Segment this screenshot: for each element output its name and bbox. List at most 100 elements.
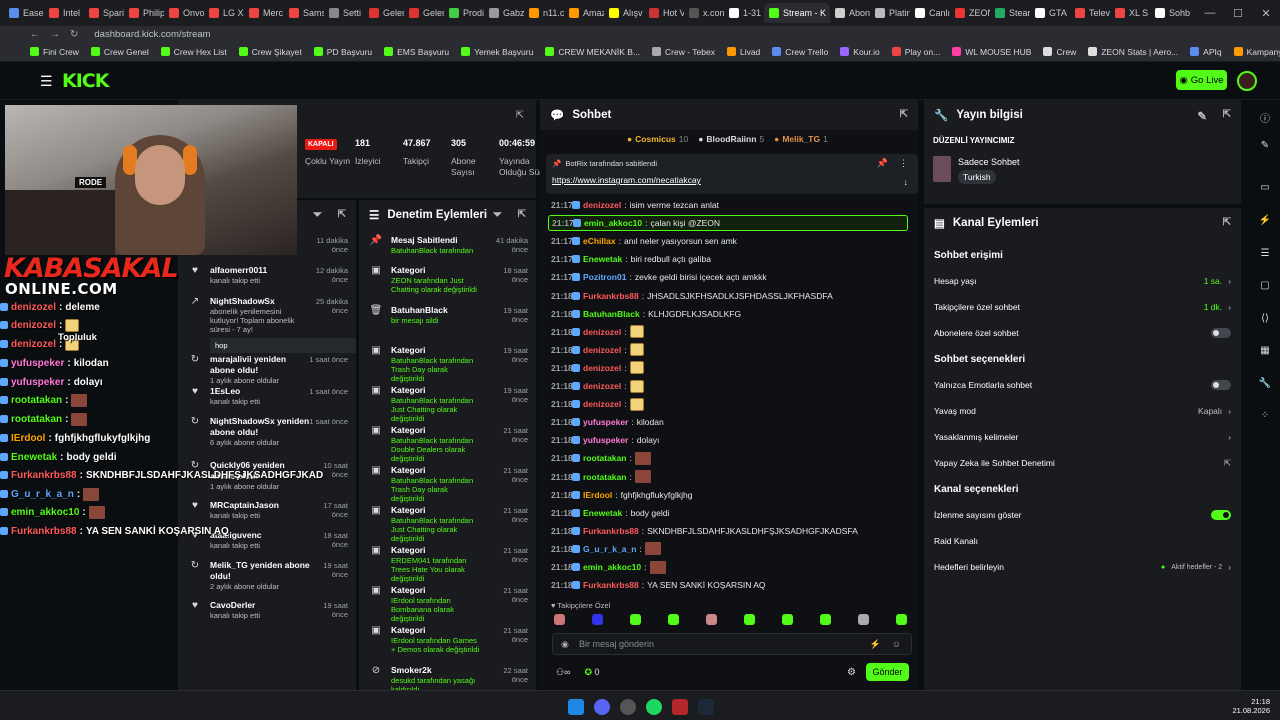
bookmark[interactable]: Crew Hex List bbox=[160, 47, 227, 57]
browser-tab[interactable]: Hot V bbox=[644, 3, 684, 23]
bookmark[interactable]: Yemek Başvuru bbox=[461, 47, 533, 57]
pinned-link[interactable]: https://www.instagram.com/necatiakcay bbox=[552, 175, 701, 185]
maximize-icon[interactable]: ☐ bbox=[1224, 0, 1252, 26]
reload-icon[interactable]: ↻ bbox=[70, 29, 78, 40]
layout-icon[interactable]: ▭ bbox=[1257, 182, 1273, 198]
show-views-toggle[interactable] bbox=[1211, 510, 1231, 520]
browser-tab[interactable]: Stream - K bbox=[764, 3, 830, 23]
opera-icon[interactable] bbox=[672, 699, 688, 715]
send-button[interactable]: Gönder bbox=[866, 663, 909, 681]
bookmark[interactable]: Play on... bbox=[891, 47, 940, 57]
minimize-icon[interactable]: — bbox=[1196, 0, 1224, 26]
subs-chat-toggle[interactable] bbox=[1211, 328, 1231, 338]
apps-icon[interactable]: ⁘ bbox=[1257, 410, 1273, 426]
chat-bubble-icon[interactable]: ▢ bbox=[1257, 280, 1273, 296]
chat-input[interactable]: ◉ Bir mesaj gönderin ⚡ ☺ bbox=[552, 633, 912, 655]
browser-tab[interactable]: 1-31 bbox=[724, 3, 764, 23]
browser-tab[interactable]: Setti bbox=[324, 3, 364, 23]
discord-icon[interactable] bbox=[594, 699, 610, 715]
forward-icon[interactable]: → bbox=[50, 29, 60, 40]
expand-icon[interactable]: ↓ bbox=[904, 177, 909, 187]
bookmark[interactable]: APIq bbox=[1190, 47, 1222, 57]
emote-icon[interactable] bbox=[668, 614, 679, 625]
browser-tab[interactable]: XL S bbox=[1110, 3, 1150, 23]
bookmark[interactable]: Kour.io bbox=[840, 47, 880, 57]
browser-tab[interactable]: n11.c bbox=[524, 3, 564, 23]
bookmark[interactable]: CREW MEKANİK B... bbox=[545, 47, 640, 57]
emote-icon[interactable] bbox=[782, 614, 793, 625]
calendar-icon[interactable]: ▦ bbox=[1257, 345, 1273, 361]
browser-tab[interactable]: Canlı bbox=[910, 3, 950, 23]
browser-tab[interactable]: Sams bbox=[284, 3, 324, 23]
ai-moderation-row[interactable]: Yapay Zeka ile Sohbet Denetimi ⇱ bbox=[924, 450, 1241, 476]
popout-icon[interactable]: ⇱ bbox=[338, 209, 346, 220]
kick-logo[interactable]: KICK bbox=[62, 70, 109, 92]
browser-tab[interactable]: Geler bbox=[364, 3, 404, 23]
more-icon[interactable]: ⋮ bbox=[899, 158, 908, 169]
code-icon[interactable]: ⟨⟩ bbox=[1257, 313, 1273, 329]
browser-tab[interactable]: Gabz bbox=[484, 3, 524, 23]
unpin-icon[interactable]: 📌 bbox=[877, 158, 888, 169]
emote-icon[interactable] bbox=[630, 614, 641, 625]
bookmark[interactable]: Fini Crew bbox=[30, 47, 79, 57]
go-live-button[interactable]: ◉ Go Live bbox=[1176, 70, 1227, 90]
bookmark[interactable]: PD Başvuru bbox=[313, 47, 372, 57]
bookmark[interactable]: Crew Şikayet bbox=[238, 47, 302, 57]
browser-tab[interactable]: Onvo bbox=[164, 3, 204, 23]
popout-icon[interactable]: ⇱ bbox=[516, 110, 524, 121]
bookmark[interactable]: WL MOUSE HUB bbox=[952, 47, 1031, 57]
emote-icon[interactable] bbox=[858, 614, 869, 625]
emoji-icon[interactable]: ☺ bbox=[892, 639, 901, 649]
browser-tab[interactable]: Sohb bbox=[1150, 3, 1190, 23]
popout-icon[interactable]: ⇱ bbox=[518, 209, 526, 220]
bookmark[interactable]: EMS Başvuru bbox=[384, 47, 449, 57]
browser-tab[interactable]: Alışv bbox=[604, 3, 644, 23]
browser-tab[interactable]: Spari bbox=[84, 3, 124, 23]
avatar[interactable] bbox=[1237, 71, 1257, 91]
browser-tab[interactable]: Geler bbox=[404, 3, 444, 23]
back-icon[interactable]: ← bbox=[30, 29, 40, 40]
emote-icon[interactable] bbox=[820, 614, 831, 625]
browser-tab[interactable]: x.con bbox=[684, 3, 724, 23]
browser-tab[interactable]: Easel bbox=[4, 3, 44, 23]
filter-icon[interactable]: ⏷ bbox=[493, 209, 502, 222]
users-icon[interactable]: ⚇∞ bbox=[556, 667, 570, 678]
popout-icon[interactable]: ⇱ bbox=[900, 109, 908, 120]
spotify-icon[interactable] bbox=[646, 699, 662, 715]
browser-tab[interactable]: GTA bbox=[1030, 3, 1070, 23]
browser-tab[interactable]: Intel bbox=[44, 3, 84, 23]
browser-tab[interactable]: Philip bbox=[124, 3, 164, 23]
browser-tab[interactable]: Telev bbox=[1070, 3, 1110, 23]
browser-tab[interactable]: ZEON bbox=[950, 3, 990, 23]
bookmark[interactable]: Livad bbox=[726, 47, 760, 57]
browser-tab[interactable]: Amaz bbox=[564, 3, 604, 23]
menu-icon[interactable]: ☰ bbox=[40, 73, 53, 90]
quick-emote-icon[interactable]: ⚡ bbox=[870, 639, 881, 650]
close-icon[interactable]: ✕ bbox=[1252, 0, 1280, 26]
raid-row[interactable]: Raid Kanalı bbox=[924, 528, 1241, 554]
emote-icon[interactable] bbox=[706, 614, 717, 625]
windows-start-icon[interactable] bbox=[568, 699, 584, 715]
browser-tab[interactable]: Abon bbox=[830, 3, 870, 23]
edit-icon[interactable]: ✎ bbox=[1197, 109, 1207, 123]
account-age-row[interactable]: Hesap yaşı 1 sa. › bbox=[924, 268, 1241, 294]
emote-icon[interactable] bbox=[744, 614, 755, 625]
slow-mode-row[interactable]: Yavaş mod Kapalı › bbox=[924, 398, 1241, 424]
bookmark[interactable]: Crew Genel bbox=[90, 47, 149, 57]
browser-tab[interactable]: LG XI bbox=[204, 3, 244, 23]
emotes-only-toggle[interactable] bbox=[1211, 380, 1231, 390]
banned-words-row[interactable]: Yasaklanmış kelimeler › bbox=[924, 424, 1241, 450]
followers-chat-row[interactable]: Takipçilere özel sohbet 1 dk. › bbox=[924, 294, 1241, 320]
emote-icon[interactable] bbox=[896, 614, 907, 625]
edit-icon[interactable]: ✎ bbox=[1257, 140, 1273, 156]
chat-settings-icon[interactable]: ◉ bbox=[561, 639, 569, 650]
list-icon[interactable]: ☰ bbox=[1257, 248, 1273, 264]
lightning-icon[interactable]: ⚡ bbox=[1257, 215, 1273, 231]
filter-icon[interactable]: ⏷ bbox=[313, 209, 322, 222]
goals-row[interactable]: Hedefleri belirleyin ● Aktif hedefler - 2 › bbox=[924, 554, 1241, 580]
bookmark[interactable]: ZEON Stats | Aero... bbox=[1088, 47, 1178, 57]
popout-icon[interactable]: ⇱ bbox=[1223, 217, 1231, 228]
gear-icon[interactable]: ⚙ bbox=[847, 667, 856, 678]
points[interactable]: ✪ 0 bbox=[584, 667, 599, 678]
url-field[interactable]: dashboard.kick.com/stream bbox=[94, 29, 210, 40]
